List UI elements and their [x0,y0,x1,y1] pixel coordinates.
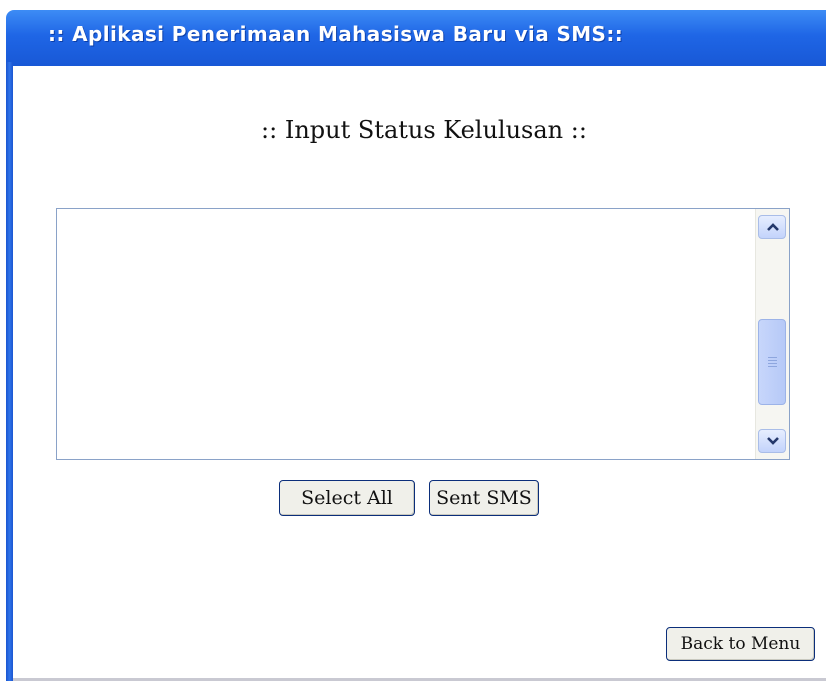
select-all-button[interactable]: Select All [279,480,415,516]
chevron-down-icon [767,437,779,445]
window-title: :: Aplikasi Penerimaan Mahasiswa Baru vi… [48,22,624,46]
grip-icon [768,357,777,369]
vertical-scrollbar[interactable] [755,209,789,459]
window-left-border [6,62,13,681]
status-textarea[interactable] [56,208,790,460]
chevron-up-icon [767,223,779,231]
back-to-menu-button[interactable]: Back to Menu [666,627,815,661]
app-window: :: Aplikasi Penerimaan Mahasiswa Baru vi… [0,0,826,681]
scroll-thumb[interactable] [758,319,786,405]
scroll-up-button[interactable] [758,215,786,239]
scroll-down-button[interactable] [758,429,786,453]
sent-sms-button[interactable]: Sent SMS [429,480,539,516]
page-title: :: Input Status Kelulusan :: [261,116,587,144]
title-bar: :: Aplikasi Penerimaan Mahasiswa Baru vi… [6,10,826,66]
